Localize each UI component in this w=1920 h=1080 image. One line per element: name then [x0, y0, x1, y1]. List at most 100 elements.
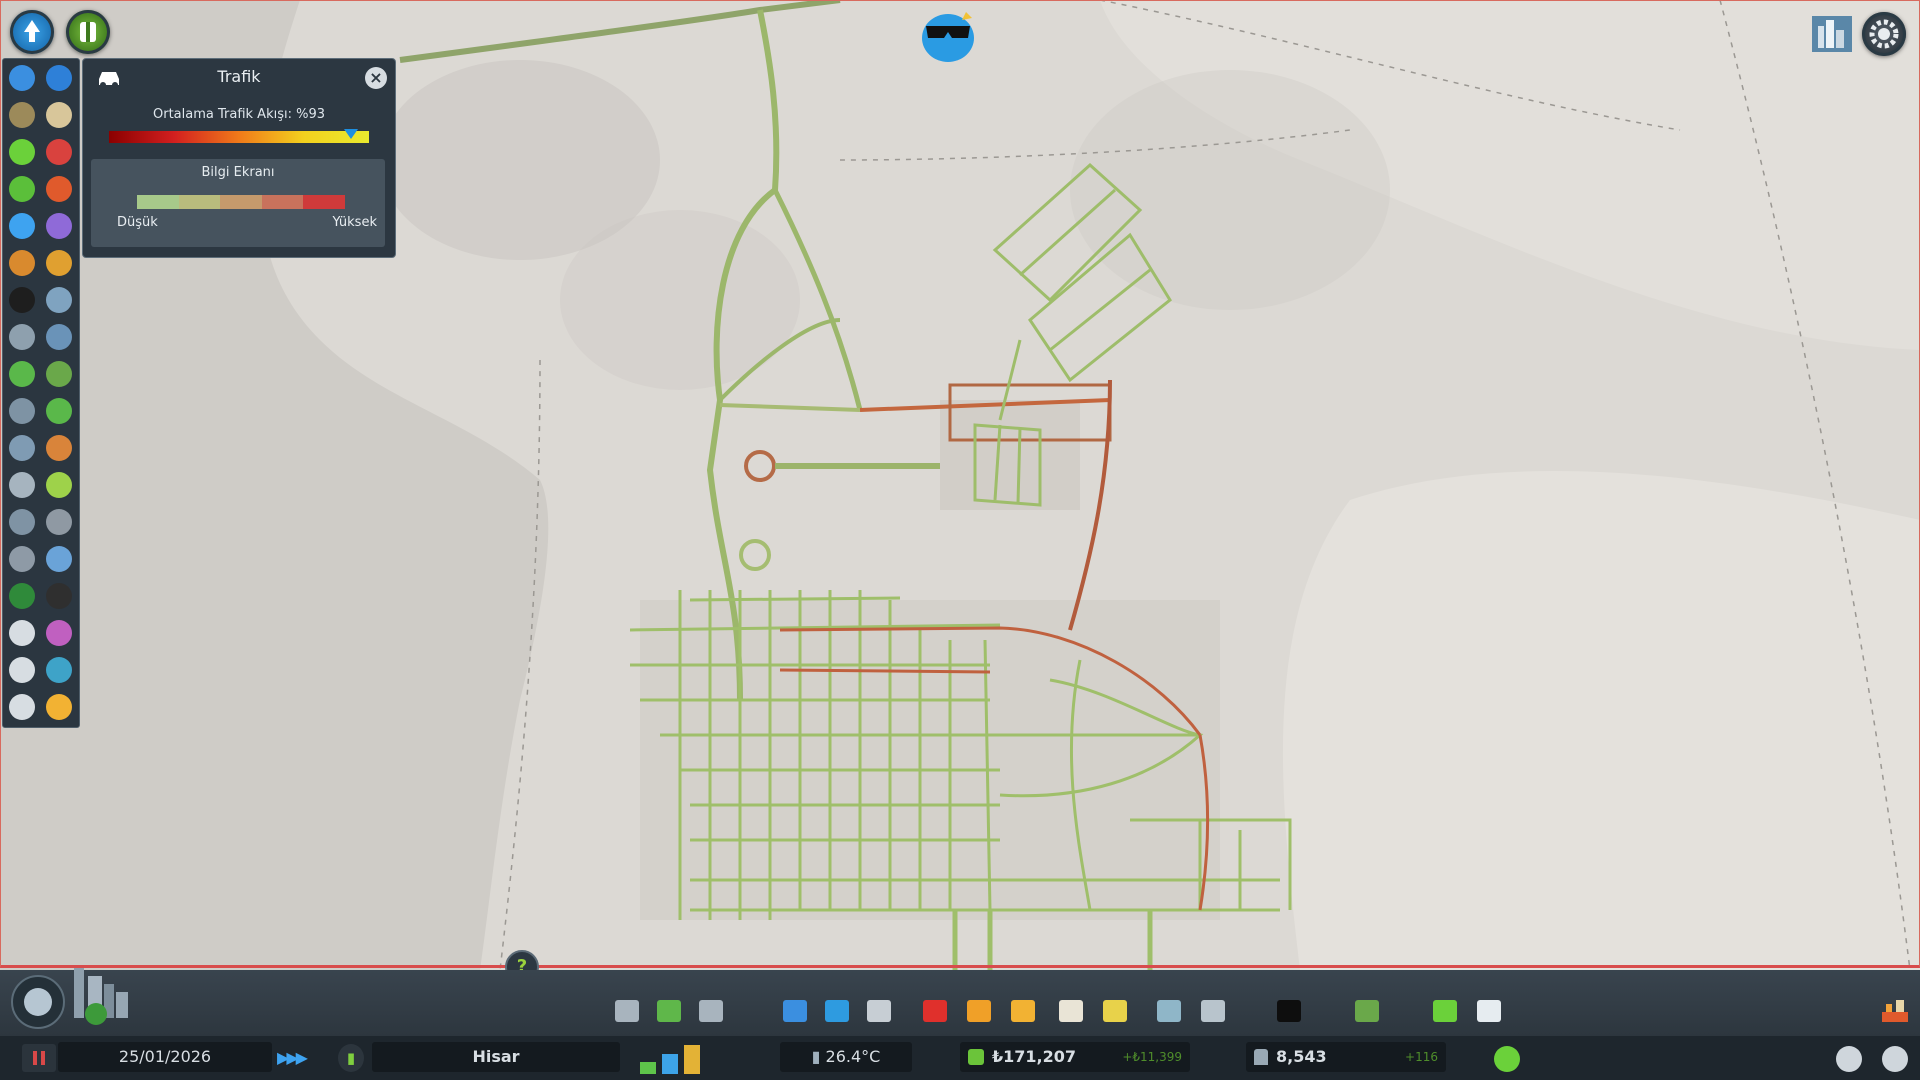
- free-camera-icon[interactable]: [1882, 1046, 1908, 1072]
- average-traffic-flow: Ortalama Trafik Akışı: %93: [153, 107, 325, 122]
- district-icon[interactable]: ▮: [338, 1044, 364, 1072]
- attractiveness-icon-glyph: [9, 176, 35, 202]
- health-icon-glyph: [46, 139, 72, 165]
- gear-icon[interactable]: [1862, 12, 1906, 56]
- maintenance-icon-glyph: [9, 472, 35, 498]
- electricity-icon-glyph: [783, 1000, 807, 1022]
- bottom-bar: 25/01/2026 ▶▶▶ ▮ Hisar ▮ 26.4°C ₺171,207…: [0, 968, 1920, 1080]
- water-icon[interactable]: [42, 61, 76, 95]
- destruction-icon[interactable]: [5, 579, 39, 613]
- garbage-icon[interactable]: [864, 996, 894, 1026]
- money-value: ₺171,207: [992, 1047, 1077, 1066]
- paradox-store-icon[interactable]: [1810, 12, 1854, 56]
- traffic-info-panel: Trafik × Ortalama Trafik Akışı: %93 Bilg…: [82, 58, 396, 258]
- population-icon[interactable]: [5, 320, 39, 354]
- economy-icon[interactable]: [5, 357, 39, 391]
- buildings-icon[interactable]: [42, 431, 76, 465]
- fire-safety-icon[interactable]: [42, 172, 76, 206]
- health-icon[interactable]: [42, 135, 76, 169]
- money-icon: [968, 1049, 984, 1065]
- crime-icon[interactable]: [42, 246, 76, 280]
- healthcare-icon-glyph: [923, 1000, 947, 1022]
- electricity-icon[interactable]: [5, 61, 39, 95]
- panel-header[interactable]: Trafik ×: [83, 59, 395, 95]
- tourism-icon[interactable]: [42, 320, 76, 354]
- milestone-unlock-icon[interactable]: [10, 10, 54, 54]
- parks-icon[interactable]: [42, 394, 76, 428]
- heating-icon[interactable]: [5, 431, 39, 465]
- attractiveness-icon[interactable]: [5, 172, 39, 206]
- population-display[interactable]: 8,543 +116: [1246, 1042, 1446, 1072]
- money-delta: +₺11,399: [1122, 1050, 1182, 1064]
- happiness-icon[interactable]: [5, 135, 39, 169]
- destruction-icon-glyph: [9, 583, 35, 609]
- industry-icon[interactable]: [42, 616, 76, 650]
- maintenance-icon[interactable]: [5, 468, 39, 502]
- public-transport-icon[interactable]: [1100, 996, 1130, 1026]
- happiness-icon[interactable]: [1494, 1046, 1520, 1072]
- road-icon[interactable]: [42, 468, 76, 502]
- water-icon[interactable]: [822, 996, 852, 1026]
- noise-icon[interactable]: [5, 246, 39, 280]
- heating-icon-glyph: [9, 435, 35, 461]
- population-icon: [1254, 1049, 1268, 1065]
- policies-icon-glyph: [1477, 1000, 1501, 1022]
- economy-icon-glyph: [9, 361, 35, 387]
- pollution-icon[interactable]: [42, 209, 76, 243]
- legend-swatch: [137, 195, 179, 209]
- policies-icon[interactable]: [1474, 996, 1504, 1026]
- mail-icon[interactable]: [5, 653, 39, 687]
- traffic-icon[interactable]: [5, 209, 39, 243]
- police-icon[interactable]: [1008, 996, 1038, 1026]
- photo-mode-icon[interactable]: [1836, 1046, 1862, 1072]
- leisure-icon[interactable]: [42, 690, 76, 724]
- terrain-icon[interactable]: [1352, 996, 1382, 1026]
- traffic-flow-gradient: [109, 131, 369, 143]
- electricity-icon[interactable]: [780, 996, 810, 1026]
- zoning-icon[interactable]: [654, 996, 684, 1026]
- statistics-icon[interactable]: [1880, 998, 1910, 1024]
- wind-icon[interactable]: [5, 394, 39, 428]
- land-value-icon[interactable]: [42, 98, 76, 132]
- disaster-icon[interactable]: [5, 505, 39, 539]
- roads-icon-glyph: [615, 1000, 639, 1022]
- legend-swatch: [220, 195, 262, 209]
- healthcare-icon[interactable]: [920, 996, 950, 1026]
- city-skyline-logo[interactable]: [4, 962, 154, 1032]
- economy-icon[interactable]: [1430, 996, 1460, 1026]
- education-icon[interactable]: [5, 283, 39, 317]
- tools-icon[interactable]: [5, 616, 39, 650]
- natural-resources-icon-glyph: [46, 361, 72, 387]
- close-icon[interactable]: ×: [365, 67, 387, 89]
- education-icon[interactable]: [1056, 996, 1086, 1026]
- shelter-icon[interactable]: [42, 505, 76, 539]
- fire-safety-icon-glyph: [46, 176, 72, 202]
- natural-resources-icon[interactable]: [42, 357, 76, 391]
- landscaping-icon[interactable]: [1274, 996, 1304, 1026]
- routes-icon[interactable]: [42, 579, 76, 613]
- pause-button[interactable]: [22, 1044, 56, 1072]
- monuments-icon[interactable]: [1198, 996, 1228, 1026]
- city-name[interactable]: Hisar: [372, 1042, 620, 1072]
- temperature-value: 26.4°C: [825, 1047, 881, 1066]
- land-value-icon-glyph: [46, 102, 72, 128]
- buildings-icon-glyph: [46, 435, 72, 461]
- roads-icon[interactable]: [612, 996, 642, 1026]
- chirper-bird-icon[interactable]: [912, 4, 984, 66]
- walking-icon[interactable]: [5, 690, 39, 724]
- radio-icon[interactable]: [5, 542, 39, 576]
- education-icon-glyph: [9, 287, 35, 313]
- districts-icon[interactable]: [696, 996, 726, 1026]
- garbage-icon[interactable]: [5, 98, 39, 132]
- districts-icon[interactable]: [42, 542, 76, 576]
- simulation-speed-button[interactable]: ▶▶▶: [274, 1044, 308, 1072]
- legend-color-bar: [137, 195, 345, 209]
- fishing-icon[interactable]: [42, 653, 76, 687]
- info-legend: Bilgi Ekranı Düşük Yüksek: [91, 159, 385, 247]
- parks-icon[interactable]: [1154, 996, 1184, 1026]
- public-transport-icon[interactable]: [42, 283, 76, 317]
- fire-icon[interactable]: [964, 996, 994, 1026]
- money-display[interactable]: ₺171,207 +₺11,399: [960, 1042, 1190, 1072]
- advisor-icon[interactable]: [66, 10, 110, 54]
- legend-title: Bilgi Ekranı: [201, 165, 275, 180]
